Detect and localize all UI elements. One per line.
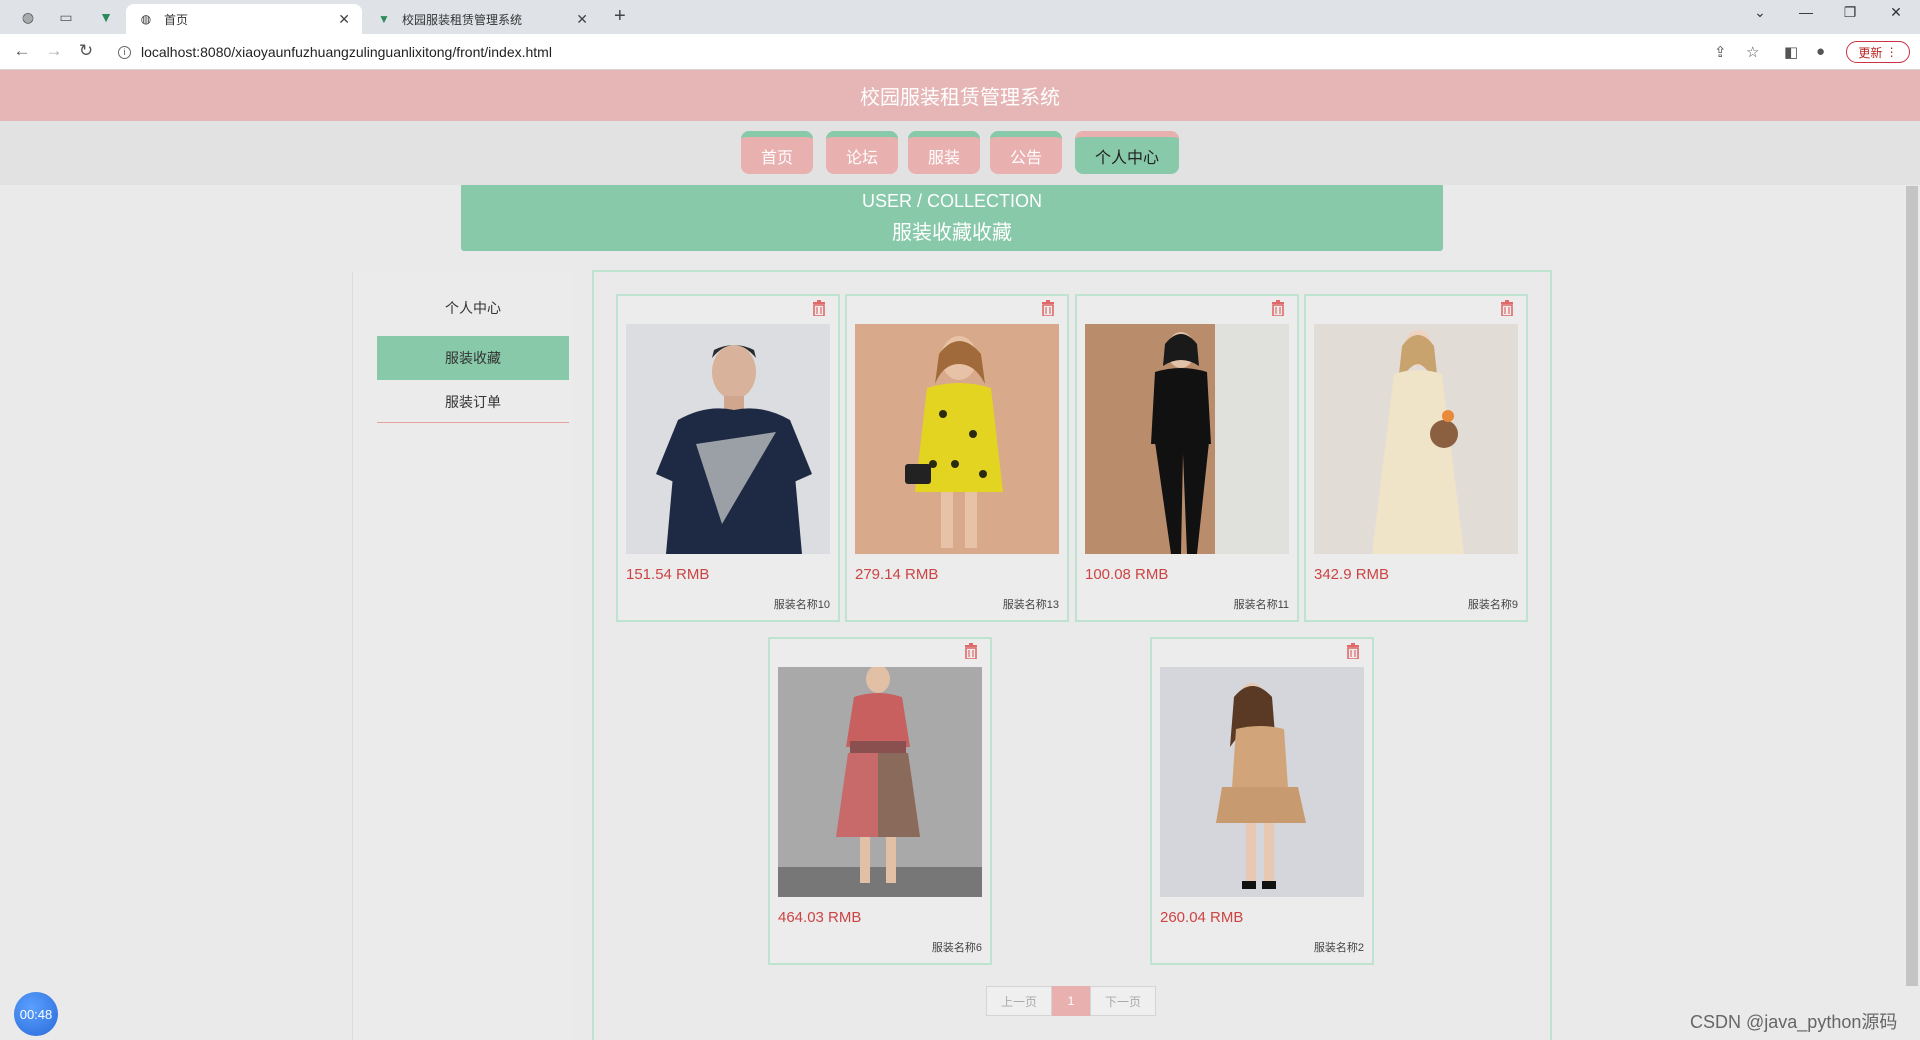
back-arrow-icon[interactable]: ← xyxy=(10,41,34,61)
trash-icon[interactable] xyxy=(964,643,978,659)
prev-page-button[interactable]: 上一页 xyxy=(986,986,1052,1016)
tab-search-icon[interactable]: ⌄ xyxy=(1740,4,1780,21)
clothing-photo[interactable] xyxy=(1314,324,1518,554)
trash-icon[interactable] xyxy=(1346,643,1360,659)
clothing-photo[interactable] xyxy=(855,324,1059,554)
sidebar-item-personal-center[interactable]: 个人中心 xyxy=(377,286,569,330)
pinned-tab-globe-icon[interactable]: ◍ xyxy=(14,6,42,28)
banner-chinese-title: 服装收藏收藏 xyxy=(892,222,1012,244)
trash-icon[interactable] xyxy=(812,300,826,316)
favorite-card[interactable]: 342.9 RMB 服装名称9 xyxy=(1304,294,1528,622)
item-price: 151.54 RMB xyxy=(626,566,710,583)
reload-icon[interactable]: ↻ xyxy=(74,41,98,61)
pinned-tab-blank-icon[interactable]: ▭ xyxy=(52,6,80,28)
page-number-button[interactable]: 1 xyxy=(1052,986,1090,1016)
nav-home[interactable]: 首页 xyxy=(741,131,813,174)
trash-icon[interactable] xyxy=(1041,300,1055,316)
favorite-card[interactable]: 279.14 RMB 服装名称13 xyxy=(845,294,1069,622)
globe-icon: ◍ xyxy=(140,12,152,26)
item-name: 服装名称10 xyxy=(773,599,830,611)
clothing-photo[interactable] xyxy=(626,324,830,554)
item-price: 464.03 RMB xyxy=(778,909,862,926)
nav-notice[interactable]: 公告 xyxy=(990,131,1062,174)
favorite-card[interactable]: 151.54 RMB 服装名称10 xyxy=(616,294,840,622)
info-icon[interactable]: i xyxy=(118,45,131,59)
item-name: 服装名称11 xyxy=(1233,599,1289,611)
update-label: 更新 xyxy=(1858,45,1883,60)
site-header: 校园服装租赁管理系统 xyxy=(0,70,1920,121)
profile-avatar-icon[interactable]: ● xyxy=(1816,43,1825,60)
star-icon[interactable]: ☆ xyxy=(1746,43,1759,61)
watermark-text: CSDN @java_python源码 xyxy=(1690,1012,1898,1032)
close-icon[interactable]: ✕ xyxy=(338,11,350,28)
trash-icon[interactable] xyxy=(1500,300,1514,316)
sidebar-item-orders[interactable]: 服装订单 xyxy=(377,380,569,424)
tab-title: 首页 xyxy=(164,12,189,27)
forward-arrow-icon[interactable]: → xyxy=(42,41,66,61)
main-nav: 首页 论坛 服装 公告 个人中心 xyxy=(0,121,1920,185)
item-price: 100.08 RMB xyxy=(1085,566,1169,583)
nav-personal-center[interactable]: 个人中心 xyxy=(1075,131,1179,174)
restore-button[interactable]: ❐ xyxy=(1830,4,1870,21)
pinned-tab-vue-icon[interactable]: ▼ xyxy=(92,6,120,28)
trash-icon[interactable] xyxy=(1271,300,1285,316)
sidebar-item-favorites[interactable]: 服装收藏 xyxy=(377,336,569,380)
url-text: localhost:8080/xiaoyaunfuzhuangzulinguan… xyxy=(141,44,552,60)
item-price: 260.04 RMB xyxy=(1160,909,1244,926)
favorite-card[interactable]: 260.04 RMB 服装名称2 xyxy=(1150,637,1374,965)
next-page-button[interactable]: 下一页 xyxy=(1090,986,1156,1016)
clothing-photo[interactable] xyxy=(778,667,982,897)
item-name: 服装名称9 xyxy=(1467,599,1518,611)
sidebar: 个人中心 服装收藏 服装订单 xyxy=(352,272,574,1040)
update-button[interactable]: 更新 ⋮ xyxy=(1846,41,1910,63)
vue-icon: ▼ xyxy=(378,12,390,26)
favorite-card[interactable]: 100.08 RMB 服装名称11 xyxy=(1075,294,1299,622)
tab-title: 校园服装租赁管理系统 xyxy=(402,12,523,27)
address-bar-row: ← → ↻ i localhost:8080/xiaoyaunfuzhuangz… xyxy=(0,34,1920,70)
site-title: 校园服装租赁管理系统 xyxy=(860,87,1060,109)
favorite-card[interactable]: 464.03 RMB 服装名称6 xyxy=(768,637,992,965)
item-name: 服装名称2 xyxy=(1313,942,1364,954)
page-banner: USER / COLLECTION 服装收藏收藏 xyxy=(461,185,1443,251)
nav-clothing[interactable]: 服装 xyxy=(908,131,980,174)
share-icon[interactable]: ⇪ xyxy=(1714,43,1727,61)
window-close-button[interactable]: ✕ xyxy=(1876,4,1916,21)
url-field[interactable]: i localhost:8080/xiaoyaunfuzhuangzulingu… xyxy=(110,39,1710,65)
item-name: 服装名称6 xyxy=(931,942,982,954)
clothing-photo[interactable] xyxy=(1160,667,1364,897)
side-panel-icon[interactable]: ◧ xyxy=(1784,43,1798,61)
minimize-button[interactable]: — xyxy=(1786,4,1826,20)
clothing-photo[interactable] xyxy=(1085,324,1289,554)
item-name: 服装名称13 xyxy=(1002,599,1059,611)
pagination: 上一页 1 下一页 xyxy=(986,986,1156,1016)
sidebar-divider xyxy=(377,422,569,423)
page-scrollbar-thumb[interactable] xyxy=(1906,186,1918,986)
banner-english-title: USER / COLLECTION xyxy=(861,191,1043,211)
browser-tab-system[interactable]: ▼ 校园服装租赁管理系统 ✕ xyxy=(364,4,600,34)
new-tab-button[interactable]: + xyxy=(614,5,626,28)
recording-timer-badge: 00:48 xyxy=(14,992,58,1036)
item-price: 279.14 RMB xyxy=(855,566,939,583)
close-icon[interactable]: ✕ xyxy=(576,11,588,28)
favorites-panel: 151.54 RMB 服装名称10 279.14 RMB 服装名称13 100.… xyxy=(592,270,1552,1040)
browser-tab-bar: ◍ ▭ ▼ ◍ 首页 ✕ ▼ 校园服装租赁管理系统 ✕ + ⌄ — ❐ ✕ xyxy=(0,0,1920,34)
nav-forum[interactable]: 论坛 xyxy=(826,131,898,174)
browser-tab-home[interactable]: ◍ 首页 ✕ xyxy=(126,4,362,34)
item-price: 342.9 RMB xyxy=(1314,566,1390,583)
